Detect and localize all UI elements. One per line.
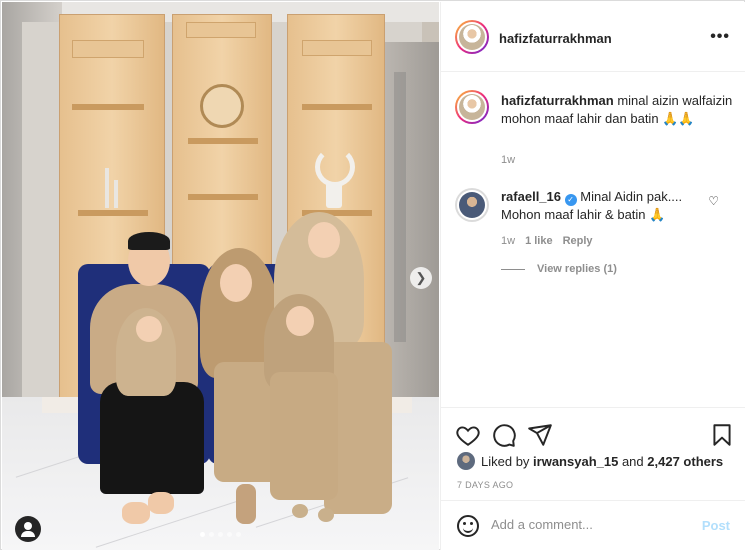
share-icon[interactable] <box>527 422 553 448</box>
person-baby-face <box>136 316 162 342</box>
carousel-dot <box>236 532 241 537</box>
liked-by-prefix: Liked by <box>481 453 530 469</box>
comment-like-heart-icon[interactable]: ♡ <box>708 194 719 208</box>
replies-divider <box>501 268 525 270</box>
person-father-legs <box>100 382 204 494</box>
carousel-dots <box>2 532 439 537</box>
bookmark-icon[interactable] <box>709 422 735 448</box>
shelf-niche <box>302 40 372 56</box>
comment-text-block: rafaell_16 ✓ Minal Aidin pak.... Mohon m… <box>501 188 733 224</box>
action-bar <box>441 407 745 455</box>
verified-badge-icon: ✓ <box>564 194 577 206</box>
chevron-right-icon[interactable]: ❯ <box>410 267 432 289</box>
comment-username[interactable]: rafaell_16 <box>501 189 561 204</box>
shelf <box>72 104 144 110</box>
comment-reply-button[interactable]: Reply <box>563 235 593 247</box>
carousel-dot <box>227 532 232 537</box>
photo-door-detail <box>394 72 406 342</box>
shelf-niche <box>72 40 144 58</box>
comment-meta: 1w 1 like Reply <box>501 235 593 247</box>
decor-crescent <box>315 147 355 187</box>
comment-time[interactable]: 1w <box>501 235 515 247</box>
decor-vase <box>326 182 342 208</box>
person-child-shoe <box>318 508 334 522</box>
liked-by-user[interactable]: irwansyah_15 <box>533 454 618 469</box>
decor-round-mirror <box>200 84 244 128</box>
view-replies-link[interactable]: View replies (1) <box>501 263 617 275</box>
post-sidebar: hafizfaturrakhman ••• hafizfaturrakhman … <box>440 2 745 550</box>
comment-input[interactable] <box>491 517 691 532</box>
person-girl-face <box>308 222 340 258</box>
add-comment-bar: Post <box>441 500 745 550</box>
liked-by-and: and <box>621 453 644 469</box>
post-header: hafizfaturrakhman ••• <box>441 2 745 72</box>
post-button[interactable]: Post <box>702 518 730 533</box>
person-child-shoe <box>292 504 308 518</box>
more-horizontal-icon[interactable]: ••• <box>710 28 730 46</box>
post-date[interactable]: 7 DAYS AGO <box>457 480 513 490</box>
decor-giraffe <box>105 168 109 208</box>
caption-avatar[interactable] <box>455 90 489 124</box>
shelf <box>302 104 372 110</box>
post-photo[interactable]: ❯ <box>2 2 439 550</box>
emoji-icon[interactable] <box>457 515 479 537</box>
carousel-dot <box>218 532 223 537</box>
shelf <box>78 210 148 216</box>
decor-giraffe <box>114 180 118 208</box>
liked-by-others[interactable]: 2,427 others <box>647 454 723 469</box>
heart-icon[interactable] <box>455 422 481 448</box>
person-father-foot <box>148 492 174 514</box>
author-avatar[interactable] <box>455 20 489 54</box>
comment-avatar[interactable] <box>455 188 489 222</box>
caption-text-block: hafizfaturrakhman minal aizin walfaizin … <box>501 92 733 128</box>
shelf-niche <box>186 22 256 38</box>
comment-icon[interactable] <box>491 422 517 448</box>
carousel-dot-active <box>200 532 205 537</box>
caption-username[interactable]: hafizfaturrakhman <box>501 93 614 108</box>
view-replies-label: View replies (1) <box>537 263 617 275</box>
person-father-hair <box>128 232 170 250</box>
caption-time[interactable]: 1w <box>501 154 515 166</box>
person-father-foot <box>122 502 150 524</box>
user-tag-icon[interactable] <box>15 516 41 542</box>
person-child-face <box>286 306 314 336</box>
comment-likes[interactable]: 1 like <box>525 235 553 247</box>
person-child-dress <box>270 372 338 500</box>
person-mother-leg <box>236 484 256 524</box>
liked-by[interactable]: Liked by irwansyah_15 and 2,427 others <box>457 452 723 470</box>
liker-avatar[interactable] <box>457 452 475 470</box>
shelf <box>188 194 258 200</box>
carousel-dot <box>209 532 214 537</box>
comment-text-line2: Mohon maaf lahir & batin 🙏 <box>501 207 666 222</box>
comment-text-line1: Minal Aidin pak.... <box>580 189 683 204</box>
person-mother-face <box>220 264 252 302</box>
instagram-post-modal: ❯ hafizfaturrakhman ••• hafizfaturrakhma… <box>0 0 745 550</box>
shelf <box>188 138 258 144</box>
author-username[interactable]: hafizfaturrakhman <box>499 31 612 46</box>
